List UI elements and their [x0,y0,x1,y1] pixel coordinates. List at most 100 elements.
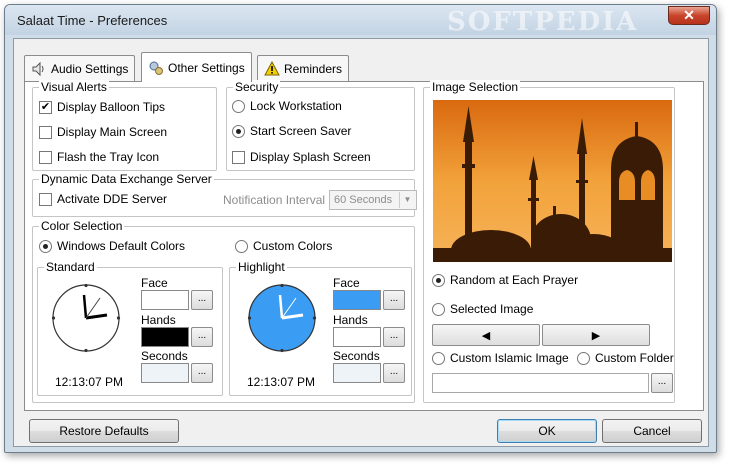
activate-dde-label: Activate DDE Server [57,192,168,206]
restore-defaults-button[interactable]: Restore Defaults [29,419,179,443]
highlight-seconds-picker-button[interactable]: ... [383,363,405,383]
flash-tray-check[interactable] [39,150,52,164]
visual-alerts-title: Visual Alerts [39,80,109,94]
screen-saver-radio-circle[interactable] [232,124,245,138]
standard-clock-icon [51,283,121,353]
main-screen-check[interactable] [39,125,52,139]
next-image-button[interactable]: ▶ [542,324,650,346]
close-button[interactable]: ✕ [668,6,710,25]
warning-icon [264,60,280,75]
tab-reminders[interactable]: Reminders [257,55,350,81]
previous-image-button[interactable]: ◀ [432,324,540,346]
standard-seconds-picker-button[interactable]: ... [191,363,213,383]
speaker-icon [32,61,44,76]
windows-default-colors-radio[interactable]: Windows Default Colors [39,239,185,253]
standard-seconds-label: Seconds [141,349,188,363]
balloon-tips-checkbox[interactable]: ✔ Display Balloon Tips [39,100,165,114]
selected-image-radio[interactable]: Selected Image [432,302,533,316]
tab-audio-settings[interactable]: Audio Settings [24,55,136,81]
highlight-face-label: Face [333,276,360,290]
splash-screen-check[interactable] [232,150,245,164]
lock-workstation-radio-circle[interactable] [232,99,245,113]
highlight-group: Highlight 12:13:07 PM Face ... Hands ...… [229,260,412,396]
standard-hands-label: Hands [141,313,176,327]
tab-other-settings-label: Other Settings [168,60,245,75]
windows-default-radio-circle[interactable] [39,239,52,253]
highlight-clock-time: 12:13:07 PM [247,375,316,389]
standard-hands-picker-button[interactable]: ... [191,327,213,347]
lock-workstation-radio[interactable]: Lock Workstation [232,99,342,113]
standard-face-label: Face [141,276,168,290]
notification-interval-label: Notification Interval [223,193,326,207]
image-selection-group: Image Selection Random at Each Prayer Se… [423,80,675,403]
flash-tray-label: Flash the Tray Icon [57,150,160,164]
standard-clock-time: 12:13:07 PM [55,375,124,389]
dialog-client-area: Audio Settings Other Settings Reminders … [13,38,709,447]
visual-alerts-group: Visual Alerts ✔ Display Balloon Tips Dis… [32,80,217,171]
custom-colors-radio-circle[interactable] [235,239,248,253]
tab-audio-settings-label: Audio Settings [51,61,129,76]
custom-folder-radio[interactable]: Custom Folder [577,351,674,365]
security-group: Security Lock Workstation Start Screen S… [226,80,415,171]
random-each-prayer-label: Random at Each Prayer [450,273,579,287]
splash-screen-label: Display Splash Screen [250,150,371,164]
security-title: Security [233,80,281,94]
cancel-button[interactable]: Cancel [602,419,702,443]
softpedia-watermark: SOFTPEDIA [447,7,639,37]
dde-title: Dynamic Data Exchange Server [39,172,214,186]
color-selection-title: Color Selection [39,219,125,233]
highlight-face-picker-button[interactable]: ... [383,290,405,310]
triangle-left-icon: ◀ [481,329,491,342]
title-bar[interactable]: Salaat Time - Preferences SOFTPEDIA ✕ [5,5,716,37]
main-screen-label: Display Main Screen [57,125,168,139]
browse-image-button[interactable]: ... [651,373,673,393]
mosque-sunset-image [433,100,672,262]
activate-dde-checkbox[interactable]: Activate DDE Server [39,192,167,206]
ok-button[interactable]: OK [497,419,597,443]
standard-seconds-swatch[interactable] [141,363,189,383]
standard-title: Standard [44,260,97,274]
random-each-prayer-radio[interactable]: Random at Each Prayer [432,273,578,287]
highlight-hands-picker-button[interactable]: ... [383,327,405,347]
flash-tray-checkbox[interactable]: Flash the Tray Icon [39,150,159,164]
preferences-window: Salaat Time - Preferences SOFTPEDIA ✕ Au… [4,4,717,453]
highlight-title: Highlight [236,260,287,274]
custom-islamic-image-radio[interactable]: Custom Islamic Image [432,351,569,365]
highlight-seconds-label: Seconds [333,349,380,363]
gears-icon [149,61,163,75]
main-screen-checkbox[interactable]: Display Main Screen [39,125,167,139]
standard-face-picker-button[interactable]: ... [191,290,213,310]
highlight-hands-label: Hands [333,313,368,327]
activate-dde-check[interactable] [39,192,52,206]
standard-hands-swatch[interactable] [141,327,189,347]
color-selection-group: Color Selection Windows Default Colors C… [32,219,415,403]
custom-islamic-image-radio-circle[interactable] [432,351,445,365]
screen-saver-radio[interactable]: Start Screen Saver [232,124,351,138]
screen-saver-label: Start Screen Saver [250,124,352,138]
highlight-clock-icon [247,283,317,353]
windows-default-label: Windows Default Colors [57,239,186,253]
chevron-down-icon: ▼ [399,192,415,208]
other-settings-panel: Visual Alerts ✔ Display Balloon Tips Dis… [24,80,704,411]
custom-colors-radio[interactable]: Custom Colors [235,239,332,253]
custom-folder-label: Custom Folder [595,351,674,365]
notification-interval-select[interactable]: 60 Seconds ▼ [329,190,417,210]
highlight-face-swatch[interactable] [333,290,381,310]
selected-image-radio-circle[interactable] [432,302,445,316]
custom-folder-radio-circle[interactable] [577,351,590,365]
tab-reminders-label: Reminders [284,61,343,76]
image-selection-title: Image Selection [430,80,521,94]
highlight-seconds-swatch[interactable] [333,363,381,383]
splash-screen-checkbox[interactable]: Display Splash Screen [232,150,371,164]
highlight-hands-swatch[interactable] [333,327,381,347]
triangle-right-icon: ▶ [591,329,601,342]
tab-other-settings[interactable]: Other Settings [141,52,252,82]
random-each-prayer-radio-circle[interactable] [432,273,445,287]
dde-group: Dynamic Data Exchange Server Activate DD… [32,172,417,217]
standard-face-swatch[interactable] [141,290,189,310]
selected-image-label: Selected Image [450,302,534,316]
custom-image-path-input[interactable] [432,373,649,393]
balloon-tips-check[interactable]: ✔ [39,100,52,114]
lock-workstation-label: Lock Workstation [250,99,342,113]
standard-group: Standard 12:13:07 PM Face ... Hands ... … [37,260,223,396]
